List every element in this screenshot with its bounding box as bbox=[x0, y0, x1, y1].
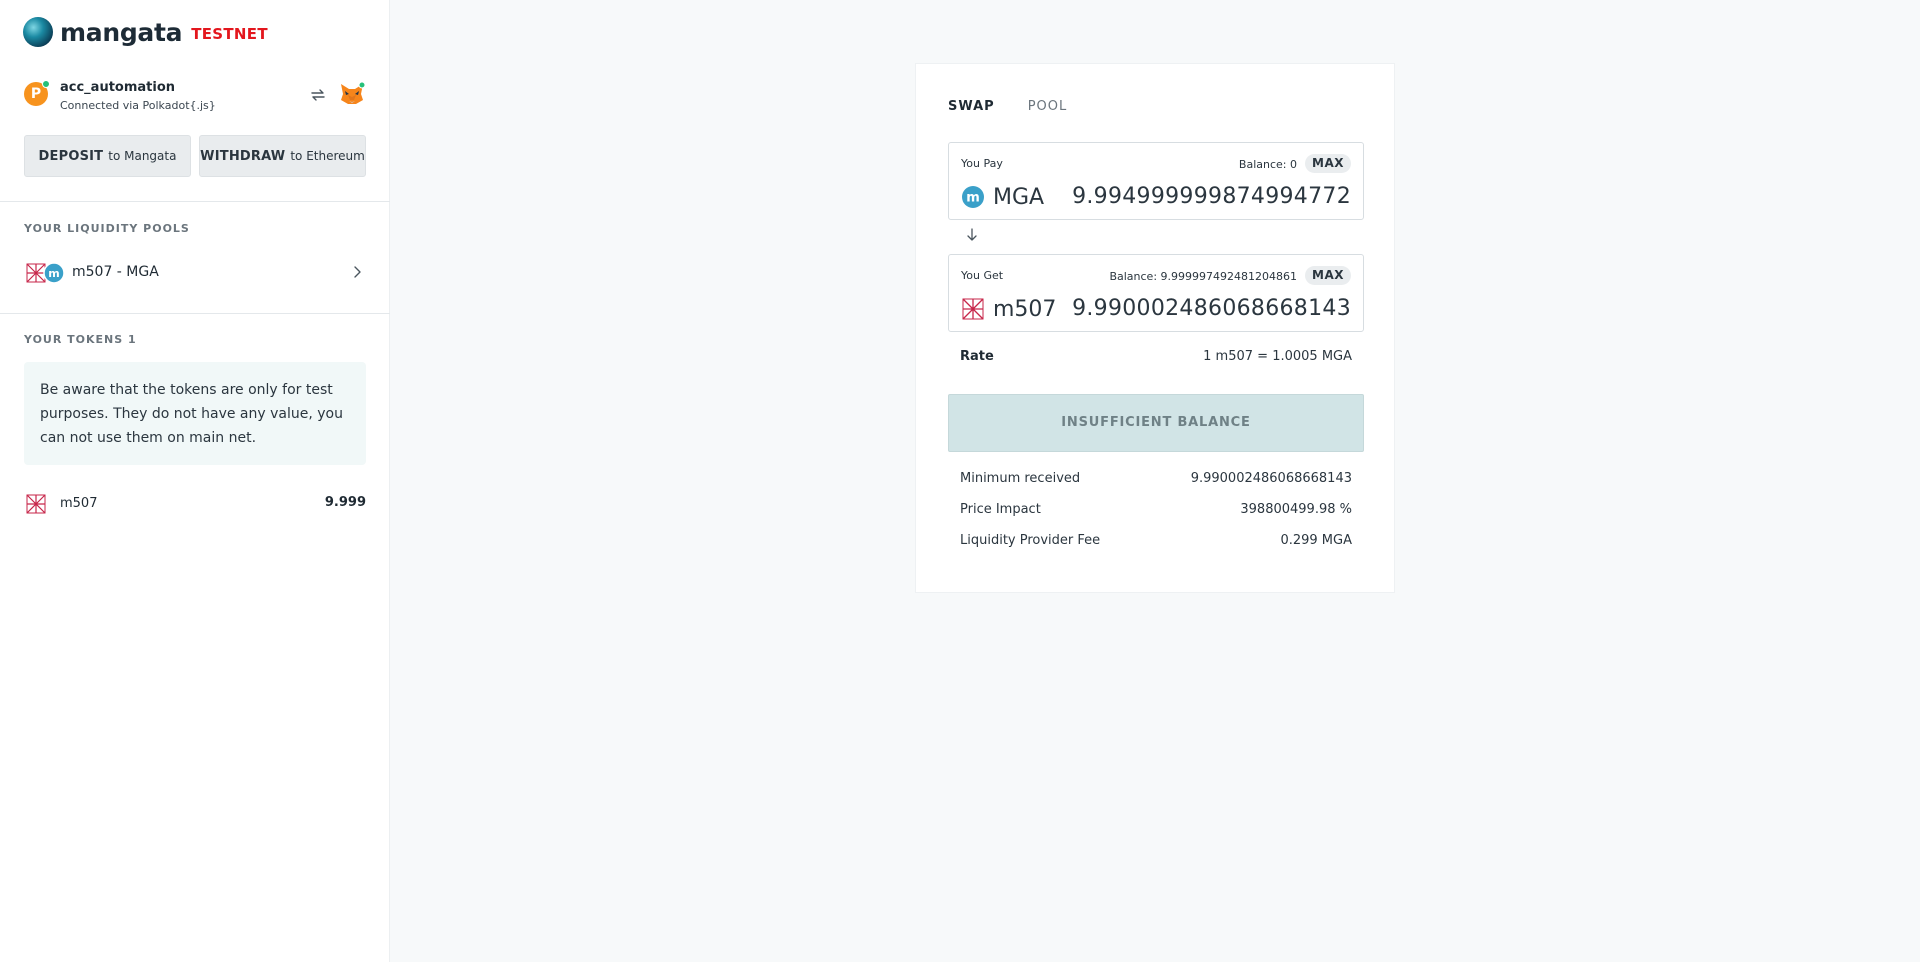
account-panel: P acc_automation Connected via Polkadot{… bbox=[24, 80, 366, 120]
liquidity-pools-title: YOUR LIQUIDITY POOLS bbox=[24, 222, 190, 235]
detail-label: Price Impact bbox=[960, 502, 1041, 517]
rate-value: 1 m507 = 1.0005 MGA bbox=[1203, 349, 1352, 364]
divider bbox=[0, 313, 390, 314]
detail-value: 0.299 MGA bbox=[1280, 533, 1352, 548]
tab-pool[interactable]: POOL bbox=[1028, 99, 1068, 114]
connected-dot-icon bbox=[42, 80, 50, 88]
deposit-label: DEPOSIT bbox=[38, 148, 104, 164]
polkadot-account-icon: P bbox=[24, 80, 50, 106]
sidebar: mangata TESTNET P acc_automation Connect… bbox=[0, 0, 390, 962]
get-max-button[interactable]: MAX bbox=[1305, 266, 1351, 285]
pool-label: m507 - MGA bbox=[72, 264, 159, 280]
rate-label: Rate bbox=[960, 349, 994, 364]
get-amount-input[interactable] bbox=[1051, 296, 1351, 321]
pool-pair-icon: m bbox=[26, 262, 65, 284]
brand-name: mangata bbox=[60, 17, 183, 47]
get-token-symbol[interactable]: m507 bbox=[993, 297, 1056, 322]
m507-token-icon bbox=[962, 298, 984, 320]
get-token-box[interactable]: You Get Balance: 9.999997492481204861 MA… bbox=[948, 254, 1364, 332]
pay-token-box[interactable]: You Pay Balance: 0 MAX m MGA bbox=[948, 142, 1364, 220]
token-amount: 9.999 bbox=[324, 495, 366, 510]
token-item-m507[interactable]: m507 9.999 bbox=[24, 492, 366, 516]
switch-account-icon[interactable] bbox=[309, 86, 327, 104]
chevron-right-icon bbox=[354, 266, 361, 278]
arrow-down-icon[interactable] bbox=[966, 228, 978, 242]
deposit-suffix: to Mangata bbox=[108, 149, 177, 163]
testnet-notice: Be aware that the tokens are only for te… bbox=[24, 362, 366, 465]
detail-value: 398800499.98 % bbox=[1240, 502, 1352, 517]
swap-tabs: SWAP POOL bbox=[948, 99, 1067, 114]
account-connection: Connected via Polkadot{.js} bbox=[60, 99, 216, 112]
deposit-button[interactable]: DEPOSIT to Mangata bbox=[24, 135, 191, 177]
detail-label: Liquidity Provider Fee bbox=[960, 533, 1101, 548]
withdraw-label: WITHDRAW bbox=[200, 148, 286, 164]
metamask-fox-icon[interactable] bbox=[339, 82, 365, 106]
divider bbox=[0, 201, 390, 202]
submit-swap-button[interactable]: INSUFFICIENT BALANCE bbox=[948, 394, 1364, 452]
pay-balance: Balance: 0 bbox=[1238, 158, 1297, 171]
m507-token-icon bbox=[26, 494, 46, 514]
brand-logo[interactable]: mangata TESTNET bbox=[23, 17, 268, 47]
withdraw-suffix: to Ethereum bbox=[290, 149, 365, 163]
mga-token-icon: m bbox=[962, 186, 984, 208]
pay-max-button[interactable]: MAX bbox=[1305, 154, 1351, 173]
swap-card: SWAP POOL You Pay Balance: 0 MAX m MGA Y… bbox=[915, 63, 1395, 593]
bridge-actions: DEPOSIT to Mangata WITHDRAW to Ethereum bbox=[24, 135, 366, 177]
mangata-logo-icon bbox=[23, 17, 53, 47]
withdraw-button[interactable]: WITHDRAW to Ethereum bbox=[199, 135, 366, 177]
svg-text:m: m bbox=[48, 267, 59, 280]
pool-item-m507-mga[interactable]: m m507 - MGA bbox=[24, 260, 366, 286]
account-name: acc_automation bbox=[60, 80, 176, 95]
detail-value: 9.990002486068668143 bbox=[1190, 471, 1352, 486]
token-symbol: m507 bbox=[60, 496, 98, 511]
get-label: You Get bbox=[961, 269, 1004, 282]
tokens-title: YOUR TOKENS 1 bbox=[24, 333, 137, 346]
svg-text:m: m bbox=[966, 191, 980, 206]
tab-swap[interactable]: SWAP bbox=[948, 99, 995, 114]
pay-label: You Pay bbox=[961, 157, 1003, 170]
testnet-badge: TESTNET bbox=[191, 24, 268, 43]
pay-amount-input[interactable] bbox=[1051, 184, 1351, 209]
pay-token-symbol[interactable]: MGA bbox=[993, 185, 1044, 210]
detail-label: Minimum received bbox=[960, 471, 1081, 486]
get-balance: Balance: 9.999997492481204861 bbox=[1109, 270, 1297, 283]
